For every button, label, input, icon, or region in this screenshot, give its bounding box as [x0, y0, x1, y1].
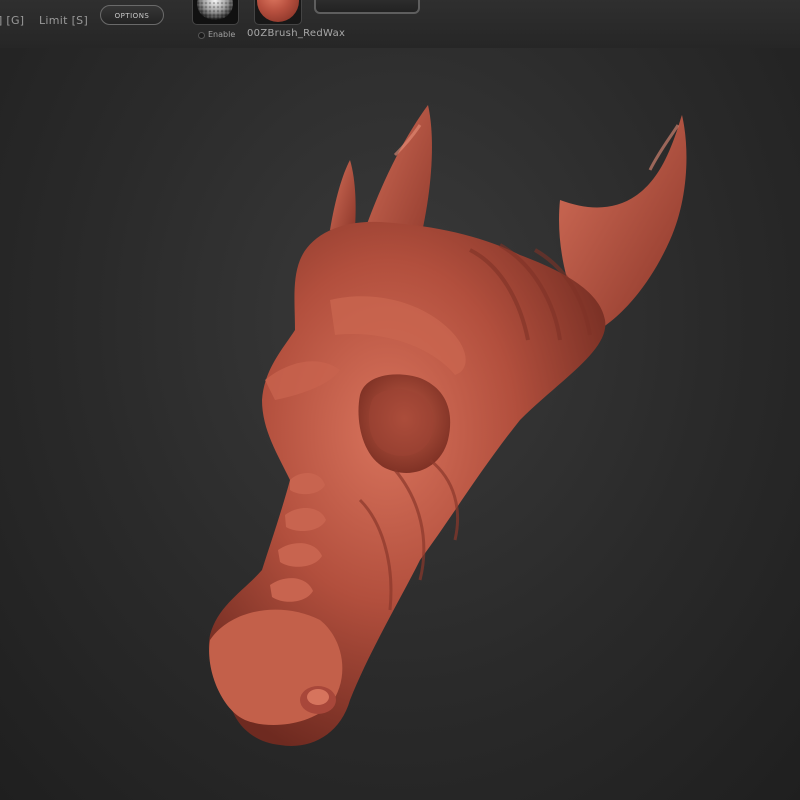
red-wax-sphere-icon[interactable]	[255, 0, 301, 24]
material-name: 00ZBrush_RedWax	[247, 28, 346, 39]
enable-radio[interactable]	[198, 32, 205, 39]
g-shortcut-label: ] [G]	[0, 14, 25, 27]
enable-label: Enable	[208, 30, 236, 39]
toolbar-button[interactable]	[314, 0, 420, 14]
zbrush-window: ] [G] Limit [S] OPTIONS Enable 00ZBrush_…	[0, 0, 800, 800]
options-button[interactable]: OPTIONS	[100, 5, 164, 25]
alpha-texture-icon[interactable]	[193, 0, 238, 24]
dragon-skull-model	[208, 105, 687, 746]
sculpt-viewport[interactable]	[0, 48, 800, 800]
material-sphere	[257, 0, 299, 22]
top-toolbar: ] [G] Limit [S] OPTIONS Enable 00ZBrush_…	[0, 0, 800, 48]
limit-toggle[interactable]: Limit [S]	[39, 14, 88, 27]
